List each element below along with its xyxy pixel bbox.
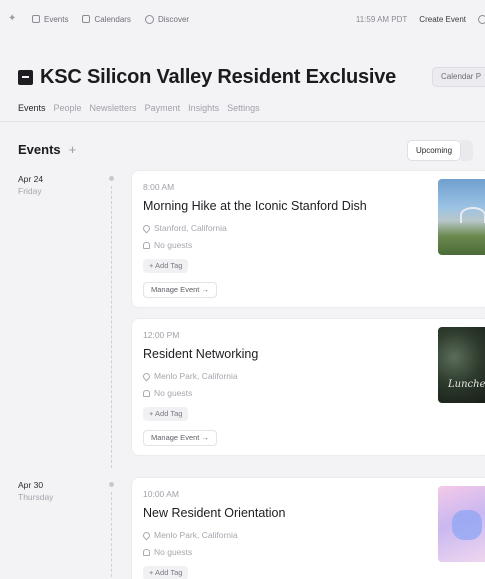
event-time: 12:00 PM bbox=[143, 330, 180, 340]
event-location-text: Stanford, California bbox=[154, 223, 227, 233]
nav-events[interactable]: Events bbox=[32, 15, 68, 24]
timeline-dot bbox=[109, 482, 114, 487]
nav-events-label: Events bbox=[44, 14, 69, 24]
filter-past[interactable] bbox=[461, 140, 474, 161]
day-date: Apr 30 bbox=[18, 480, 44, 490]
add-tag-button[interactable]: + Add Tag bbox=[143, 407, 189, 421]
location-pin-icon bbox=[141, 371, 152, 381]
nav-discover[interactable]: Discover bbox=[144, 14, 190, 24]
add-tag-button[interactable]: + Add Tag bbox=[143, 259, 189, 273]
ticket-icon bbox=[32, 15, 40, 23]
guests-icon bbox=[143, 241, 150, 249]
event-guests: No guests bbox=[143, 388, 192, 398]
event-guests-text: No guests bbox=[154, 547, 193, 557]
guests-icon bbox=[143, 548, 150, 556]
event-cover-image bbox=[438, 486, 485, 562]
event-card[interactable]: 12:00 PM Resident Networking Menlo Park,… bbox=[131, 318, 485, 456]
day-label: Apr 24 Friday bbox=[18, 173, 43, 197]
search-icon[interactable] bbox=[478, 14, 485, 24]
add-event-icon[interactable]: + bbox=[69, 142, 77, 157]
nav-links: Events Calendars Discover bbox=[32, 14, 190, 24]
event-name[interactable]: New Resident Orientation bbox=[143, 506, 285, 520]
location-pin-icon bbox=[141, 530, 152, 540]
event-name[interactable]: Resident Networking bbox=[143, 347, 258, 361]
compass-icon bbox=[144, 14, 154, 24]
event-guests-text: No guests bbox=[154, 388, 193, 398]
timeline-dot bbox=[109, 176, 114, 181]
top-nav: ✦ Events Calendars Discover 11:59 AM PDT… bbox=[0, 0, 485, 38]
event-time: 8:00 AM bbox=[143, 182, 175, 192]
nav-discover-label: Discover bbox=[157, 14, 190, 24]
events-heading: Events bbox=[18, 142, 61, 157]
tab-people[interactable]: People bbox=[54, 103, 82, 122]
luma-logo-icon[interactable]: ✦ bbox=[8, 14, 18, 24]
event-card[interactable]: 10:00 AM New Resident Orientation Menlo … bbox=[131, 477, 485, 579]
page-title: KSC Silicon Valley Resident Exclusive bbox=[40, 65, 397, 88]
calendar-page-button[interactable]: Calendar P bbox=[432, 67, 485, 87]
event-location-text: Menlo Park, California bbox=[154, 530, 238, 540]
event-guests-text: No guests bbox=[154, 240, 193, 250]
day-weekday: Friday bbox=[18, 186, 42, 196]
add-tag-button[interactable]: + Add Tag bbox=[143, 566, 189, 579]
location-pin-icon bbox=[141, 223, 152, 233]
day-label: Apr 30 Thursday bbox=[18, 479, 53, 503]
tab-settings[interactable]: Settings bbox=[227, 103, 260, 122]
event-card[interactable]: 8:00 AM Morning Hike at the Iconic Stanf… bbox=[131, 170, 485, 308]
timeline-line bbox=[111, 492, 112, 579]
calendar-logo-icon bbox=[18, 69, 33, 85]
create-event-link[interactable]: Create Event bbox=[419, 15, 466, 24]
event-guests: No guests bbox=[143, 240, 192, 250]
event-filter-toggle: Upcoming bbox=[407, 140, 474, 161]
timeline-line bbox=[111, 186, 112, 468]
event-guests: No guests bbox=[143, 547, 192, 557]
event-location: Stanford, California bbox=[141, 223, 227, 233]
tab-insights[interactable]: Insights bbox=[188, 103, 219, 122]
manage-event-button[interactable]: Manage Event → bbox=[143, 430, 217, 446]
calendar-icon bbox=[82, 15, 91, 23]
event-time: 10:00 AM bbox=[143, 489, 179, 499]
day-date: Apr 24 bbox=[18, 174, 44, 184]
guests-icon bbox=[143, 389, 150, 397]
event-cover-image bbox=[438, 179, 485, 255]
event-cover-image bbox=[438, 327, 485, 403]
calendar-header: KSC Silicon Valley Resident Exclusive bbox=[18, 64, 396, 90]
nav-calendars[interactable]: Calendars bbox=[82, 14, 131, 24]
tab-events[interactable]: Events bbox=[18, 103, 46, 122]
filter-upcoming[interactable]: Upcoming bbox=[407, 140, 462, 161]
day-weekday: Thursday bbox=[18, 492, 54, 502]
event-location: Menlo Park, California bbox=[141, 530, 238, 540]
calendar-tabs: Events People Newsletters Payment Insigh… bbox=[18, 103, 260, 122]
manage-event-button[interactable]: Manage Event → bbox=[143, 282, 217, 298]
tab-newsletters[interactable]: Newsletters bbox=[90, 103, 137, 122]
nav-calendars-label: Calendars bbox=[94, 14, 131, 24]
event-name[interactable]: Morning Hike at the Iconic Stanford Dish bbox=[143, 199, 367, 213]
current-time: 11:59 AM PDT bbox=[355, 14, 408, 24]
event-location: Menlo Park, California bbox=[141, 371, 238, 381]
tabs-divider bbox=[0, 121, 485, 122]
events-header: Events + bbox=[18, 142, 76, 157]
event-location-text: Menlo Park, California bbox=[154, 371, 238, 381]
topbar-right: 11:59 AM PDT Create Event bbox=[356, 0, 485, 38]
tab-payment[interactable]: Payment bbox=[145, 103, 181, 122]
